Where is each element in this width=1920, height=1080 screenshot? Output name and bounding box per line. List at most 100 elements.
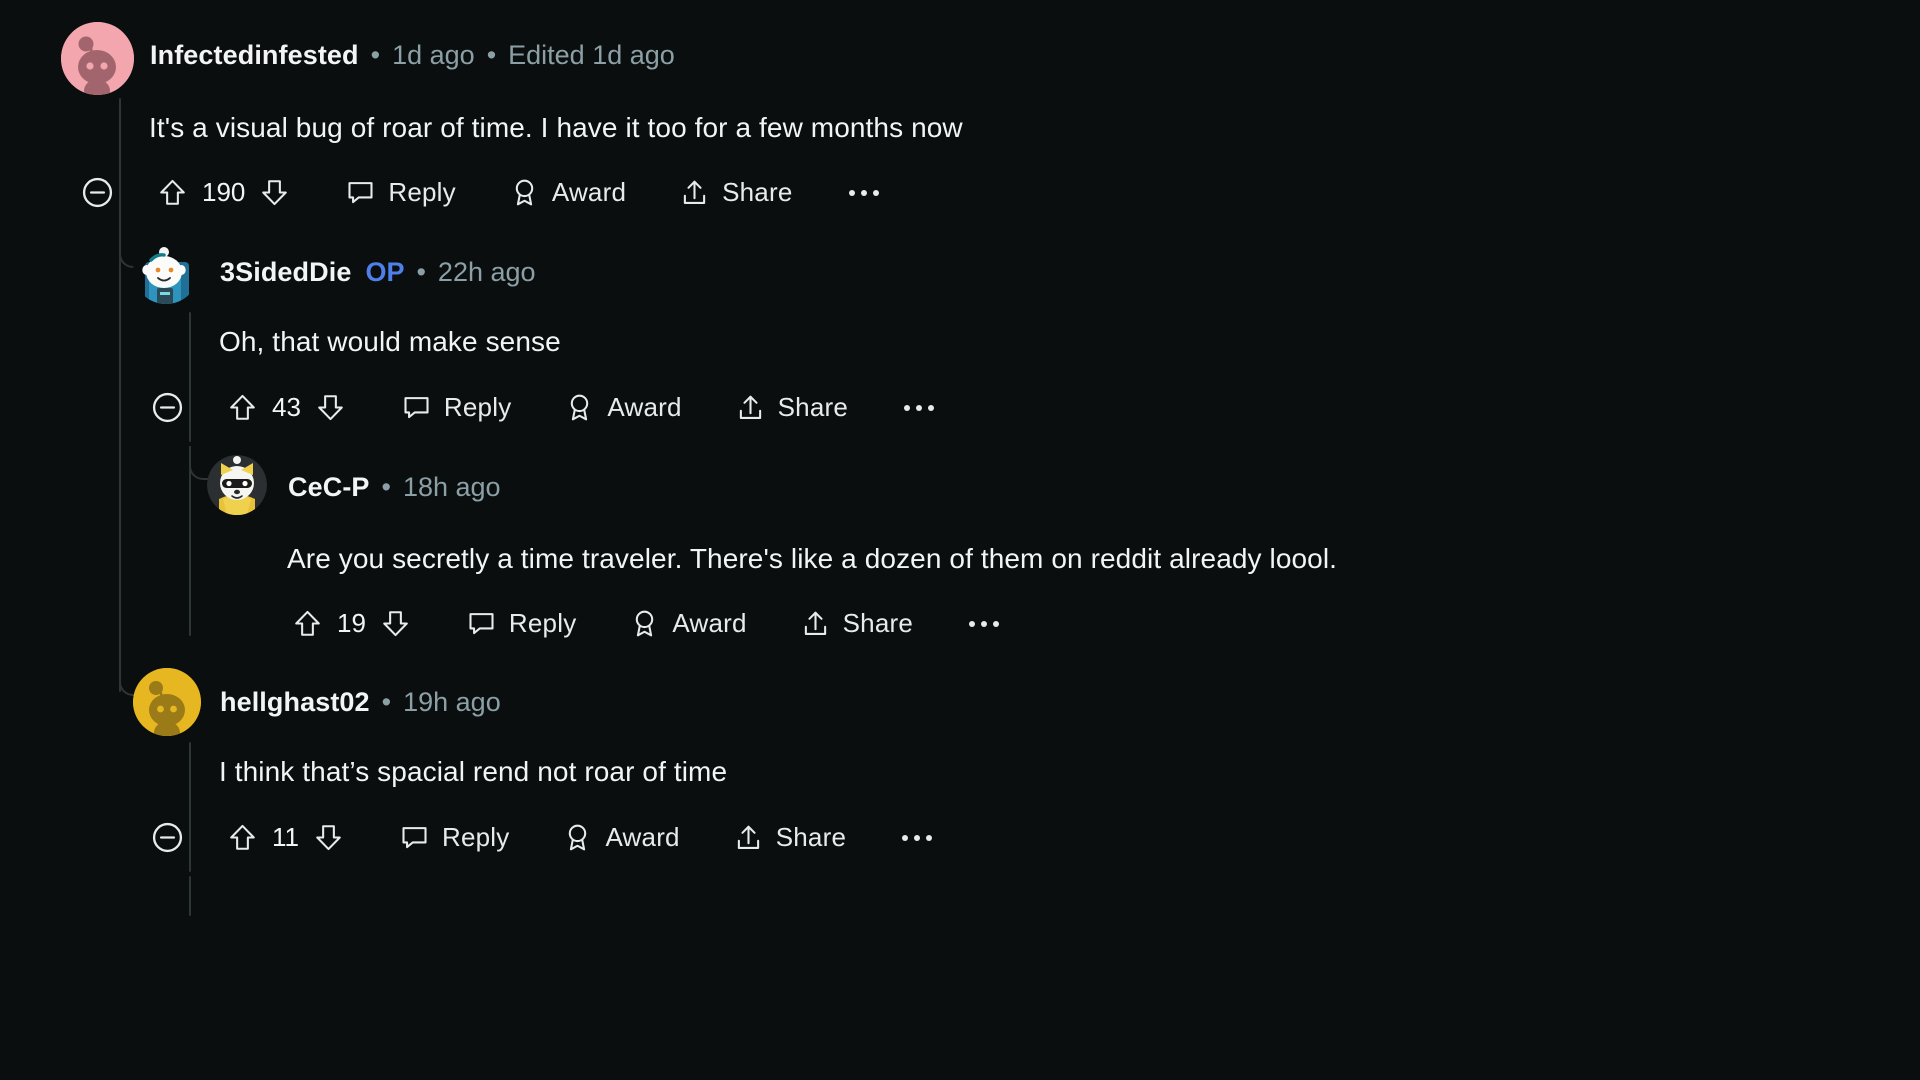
dot [969,620,976,627]
comment-body: Oh, that would make sense [219,326,561,357]
upvote-button[interactable] [226,391,259,424]
vote-count: 43 [272,392,301,422]
separator-dot: • [486,40,497,70]
separator-dot: • [370,40,381,70]
share-button[interactable]: Share [732,821,846,854]
dot [872,189,879,196]
reply-button[interactable]: Reply [400,391,511,424]
award-label: Award [607,392,682,422]
share-arrow-icon [732,821,765,854]
thread-line-depth-1b-lower[interactable] [189,876,191,916]
reply-button[interactable]: Reply [465,607,576,640]
comment-body: I think that’s spacial rend not roar of … [219,756,728,787]
thread-line-depth-0[interactable] [119,98,121,238]
collapse-icon [150,390,185,425]
thread-line-depth-1-lower[interactable] [189,446,191,636]
share-arrow-icon [734,391,767,424]
downvote-arrow-icon [314,391,347,424]
more-options-button[interactable] [904,404,935,411]
snoo-icon [133,668,201,736]
comment-header: Infectedinfested • 1d ago • Edited 1d ag… [150,40,675,71]
award-medal-icon [628,607,661,640]
collapse-button[interactable] [150,820,185,855]
award-label: Award [672,608,747,638]
downvote-button[interactable] [312,821,345,854]
share-label: Share [777,392,849,422]
upvote-arrow-icon [291,607,324,640]
share-label: Share [842,608,914,638]
comment-author[interactable]: Infectedinfested [150,40,359,71]
share-arrow-icon [799,607,832,640]
op-badge: OP [365,257,405,287]
snoo-avatar-icon [142,247,189,304]
snoo-icon [61,22,134,95]
upvote-arrow-icon [226,391,259,424]
comment-author[interactable]: 3SidedDie [220,257,351,288]
avatar[interactable] [133,238,199,304]
avatar[interactable] [61,22,134,95]
avatar[interactable] [207,455,267,515]
upvote-button[interactable] [291,607,324,640]
dot [914,834,921,841]
comment-timestamp[interactable]: 19h ago [403,687,501,718]
award-label: Award [605,822,680,852]
comment-author[interactable]: hellghast02 [220,687,370,718]
dot [860,189,867,196]
vote-count: 11 [272,822,299,852]
award-button[interactable]: Award [563,391,681,424]
dot [928,404,935,411]
share-arrow-icon [678,176,711,209]
upvote-button[interactable] [156,176,189,209]
reply-button[interactable]: Reply [344,176,456,209]
dot [902,834,909,841]
comment-header: CeC-P • 18h ago [288,472,501,503]
separator-dot: • [381,472,391,502]
share-button[interactable]: Share [678,176,792,209]
reply-label: Reply [388,177,456,207]
award-medal-icon [561,821,594,854]
award-button[interactable]: Award [628,607,746,640]
upvote-button[interactable] [226,821,259,854]
collapse-icon [80,175,115,210]
downvote-button[interactable] [314,391,347,424]
reply-label: Reply [508,608,577,638]
more-options-button[interactable] [848,189,879,196]
comment-bubble-icon [400,391,433,424]
reply-button[interactable]: Reply [398,821,509,854]
dot [981,620,988,627]
downvote-button[interactable] [258,176,291,209]
cat-avatar-icon [207,455,267,515]
award-button[interactable]: Award [508,176,626,209]
collapse-button[interactable] [150,390,185,425]
comment-timestamp[interactable]: 22h ago [438,257,536,288]
downvote-button[interactable] [379,607,412,640]
dot [916,404,923,411]
comment-action-bar: 190 Reply Award Share [80,175,879,210]
comment-timestamp[interactable]: 1d ago [392,40,475,71]
separator-dot: • [416,257,426,287]
comment-timestamp[interactable]: 18h ago [403,472,501,503]
thread-line-depth-0-lower[interactable] [119,232,121,692]
downvote-arrow-icon [312,821,345,854]
more-options-button[interactable] [969,620,1000,627]
share-button[interactable]: Share [734,391,848,424]
vote-count: 19 [337,608,366,638]
comment-header: hellghast02 • 19h ago [220,687,501,718]
collapse-button[interactable] [80,175,115,210]
comment-bubble-icon [398,821,431,854]
dot [993,620,1000,627]
vote-count: 190 [202,177,246,207]
comment-bubble-icon [344,176,377,209]
dot [848,189,855,196]
comment-bubble-icon [465,607,498,640]
comment-body: It's a visual bug of roar of time. I hav… [149,112,963,143]
avatar[interactable] [133,668,201,736]
comment-author[interactable]: CeC-P [288,472,370,503]
reddit-comment-thread: Infectedinfested • 1d ago • Edited 1d ag… [0,0,1920,1080]
more-options-button[interactable] [902,834,933,841]
award-button[interactable]: Award [561,821,680,854]
upvote-arrow-icon [226,821,259,854]
reply-label: Reply [442,822,510,852]
share-button[interactable]: Share [799,607,913,640]
award-label: Award [551,177,627,207]
